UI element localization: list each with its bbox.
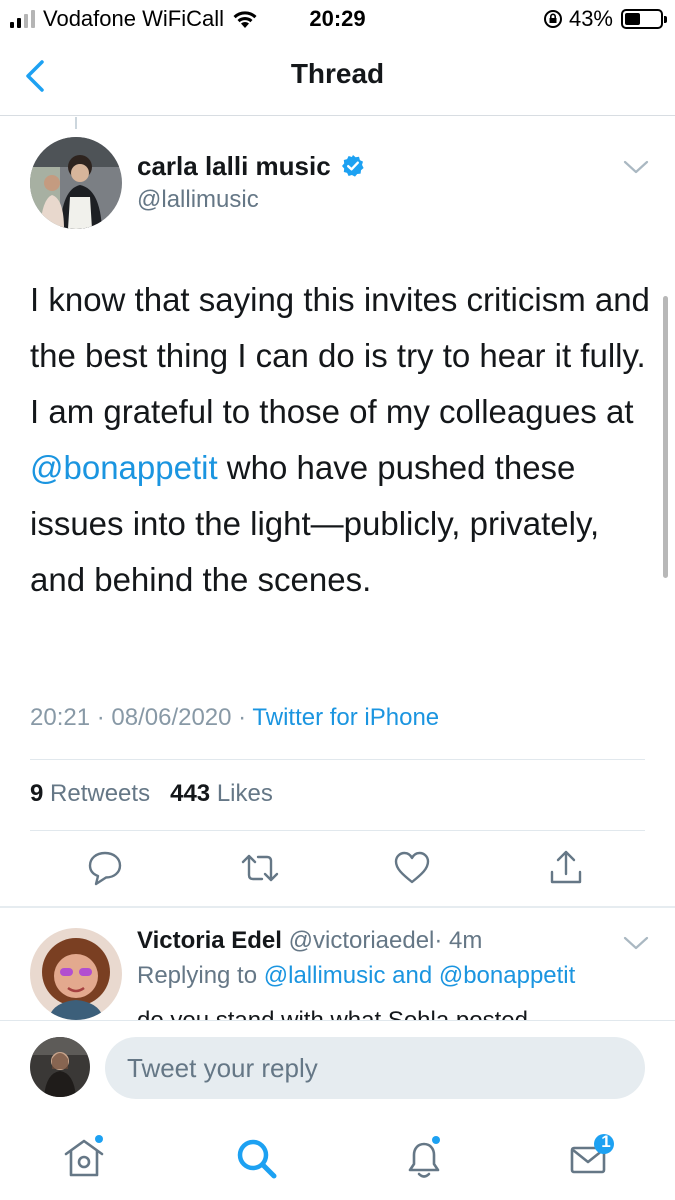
battery-percent: 43% xyxy=(568,6,613,31)
tab-bar: 1 xyxy=(0,1114,675,1200)
reply-composer xyxy=(0,1020,675,1114)
scrollbar[interactable] xyxy=(663,296,668,578)
reply-time: · 4m xyxy=(434,927,483,954)
status-bar: Vodafone WiFiCall 20:29 43% xyxy=(0,0,675,38)
likes-count: 443 xyxy=(170,780,211,807)
author-handle[interactable]: @lallimusic xyxy=(137,186,259,214)
like-icon[interactable] xyxy=(392,848,432,888)
navigation-bar: Thread xyxy=(0,38,675,116)
verified-badge-icon xyxy=(342,155,364,177)
thread-connector-line xyxy=(75,117,77,129)
chevron-down-icon[interactable] xyxy=(623,158,649,176)
replying-mentions[interactable]: @lallimusic and @bonappetit xyxy=(264,962,576,989)
reply-author-name[interactable]: Victoria Edel xyxy=(137,927,282,954)
divider xyxy=(30,759,645,760)
divider xyxy=(30,830,645,831)
share-icon[interactable] xyxy=(546,848,586,888)
retweet-icon[interactable] xyxy=(240,848,280,888)
retweets-count: 9 xyxy=(30,780,44,807)
replying-to: Replying to @lallimusic and @bonappetit xyxy=(137,962,575,990)
messages-badge: 1 xyxy=(601,1132,611,1151)
avatar[interactable] xyxy=(30,137,122,229)
notifications-icon[interactable] xyxy=(400,1134,448,1182)
tweet-actions xyxy=(0,848,675,898)
mention-link[interactable]: @bonappetit xyxy=(30,449,218,486)
battery-icon xyxy=(621,9,667,29)
thread-screen: Vodafone WiFiCall 20:29 43% Thread carla… xyxy=(0,0,675,1200)
likes-label: Likes xyxy=(216,780,273,807)
section-divider xyxy=(0,906,675,908)
reply-input[interactable] xyxy=(105,1037,645,1099)
retweets-label: Retweets xyxy=(50,780,151,807)
status-right: 43% xyxy=(543,6,667,32)
tweet-metadata: 20:21 · 08/06/2020 · Twitter for iPhone xyxy=(30,704,439,732)
search-icon[interactable] xyxy=(232,1134,280,1182)
avatar[interactable] xyxy=(30,1037,90,1097)
tweet-stats: 9 Retweets 443 Likes xyxy=(30,780,273,808)
tweet-text-part: I know that saying this invites criticis… xyxy=(30,281,650,430)
author-name[interactable]: carla lalli music xyxy=(137,151,331,182)
orientation-lock-icon xyxy=(543,10,562,28)
likes-stat[interactable]: 443 Likes xyxy=(170,780,273,807)
reply-text: do you stand with what Sohla posted xyxy=(137,1006,528,1020)
reply-author-handle[interactable]: @victoriaedel xyxy=(289,927,435,954)
home-icon[interactable] xyxy=(60,1134,108,1182)
tweet-text: I know that saying this invites criticis… xyxy=(30,272,650,608)
tweet-timestamp: 20:21 · 08/06/2020 · xyxy=(30,704,253,731)
page-title: Thread xyxy=(290,58,385,89)
avatar[interactable] xyxy=(30,928,122,1020)
tweet-source-link[interactable]: Twitter for iPhone xyxy=(252,704,439,731)
reply-icon[interactable] xyxy=(85,848,125,888)
reply-header: Victoria Edel @victoriaedel· 4m xyxy=(137,927,482,955)
chevron-down-icon[interactable] xyxy=(623,934,649,952)
replying-prefix: Replying to xyxy=(137,962,264,989)
retweets-stat[interactable]: 9 Retweets xyxy=(30,780,150,807)
